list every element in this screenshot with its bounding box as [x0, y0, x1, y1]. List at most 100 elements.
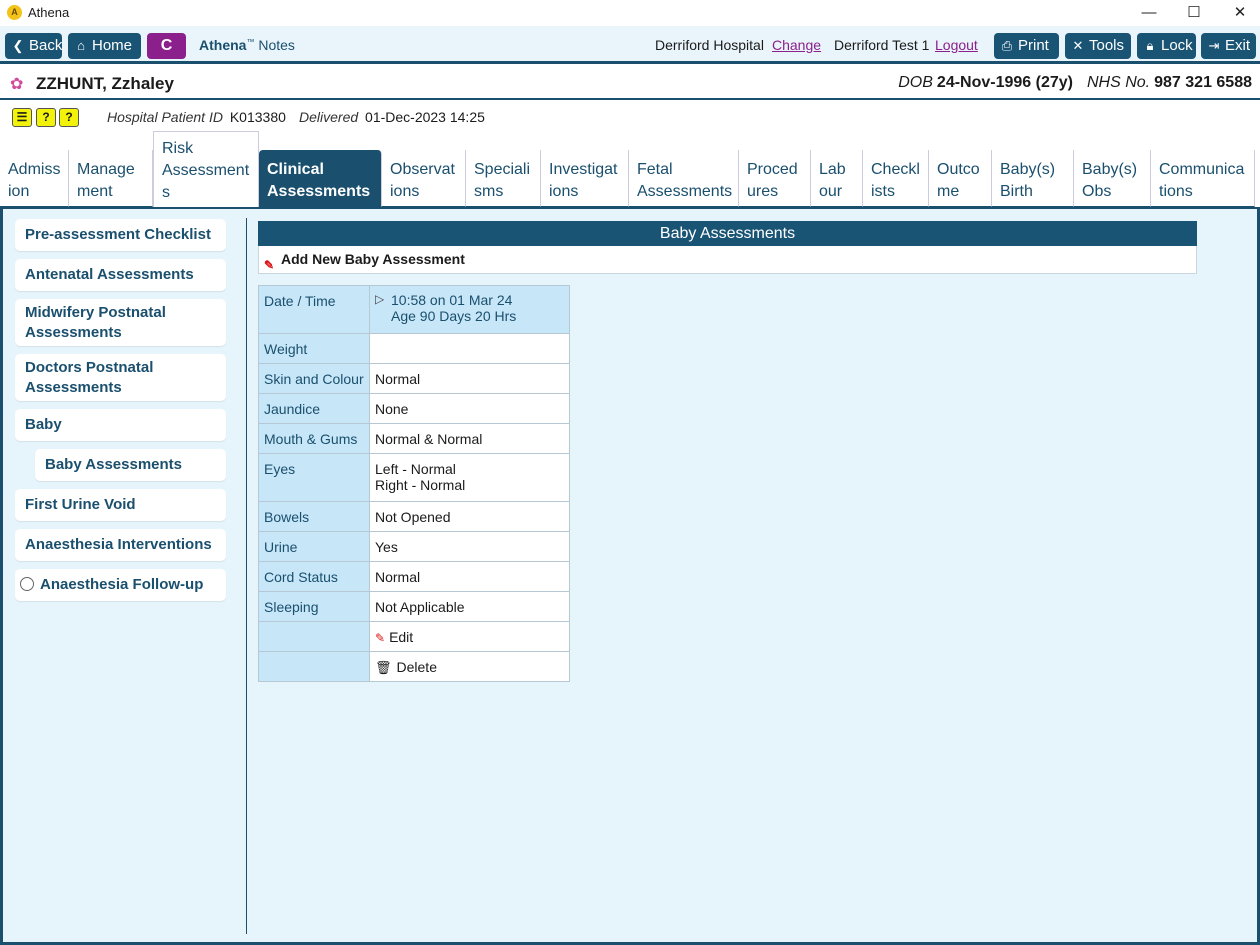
cord-value: Normal — [369, 561, 570, 592]
table-row: Date / Time ▷ 10:58 on 01 Mar 24 Age 90 Da… — [258, 285, 570, 334]
tab-admission[interactable]: Admiss ion — [0, 150, 69, 207]
change-hospital-link[interactable]: Change — [772, 37, 821, 53]
sidebar-item-antenatal[interactable]: Antenatal Assessments — [15, 259, 226, 291]
date-time-value: 10:58 on 01 Mar 24 Age 90 Days 20 Hrs — [391, 292, 516, 324]
tab-procedures[interactable]: Proced ures — [739, 150, 811, 207]
printer-icon: ⎙ — [1001, 38, 1013, 53]
tools-icon: ✕ — [1072, 38, 1084, 53]
tab-babys-birth[interactable]: Baby(s) Birth — [992, 150, 1074, 207]
hospital-id: Hospital Patient ID K013380 — [107, 109, 286, 125]
brand-tm: ™ — [246, 37, 255, 47]
help-alert-icon[interactable]: ? — [36, 108, 56, 127]
exit-button[interactable]: ⇥ Exit — [1201, 33, 1256, 59]
sidebar-item-baby[interactable]: Baby — [15, 409, 226, 441]
tab-label: Speciali — [474, 161, 531, 178]
c-button[interactable]: C — [147, 33, 186, 59]
row-label: Eyes — [258, 453, 370, 502]
brand-name: Athena — [199, 37, 247, 53]
table-row: Eyes Left - Normal Right - Normal — [258, 453, 570, 502]
tab-label: me — [937, 183, 960, 200]
sidebar-item-label: Midwifery Postnatal — [25, 304, 166, 321]
home-icon: ⌂ — [77, 38, 85, 53]
home-label: Home — [92, 37, 133, 54]
main-toolbar: ❮ Back ⌂ Home C Athena™ Notes Derriford Ho… — [0, 26, 1260, 64]
table-row: Skin and Colour Normal — [258, 363, 570, 394]
home-button[interactable]: ⌂ Home — [68, 33, 141, 59]
section-tabs: Admiss ion Manage ment Risk Assessment s Cli… — [0, 131, 1260, 207]
table-row: Cord Status Normal — [258, 561, 570, 592]
exit-label: Exit — [1225, 37, 1251, 54]
tab-label: Risk — [162, 140, 194, 157]
tab-label: Baby(s) — [1000, 161, 1056, 178]
tab-label: tions — [1159, 183, 1193, 200]
tab-risk-assessments[interactable]: Risk Assessment s — [153, 131, 259, 207]
lock-button[interactable]: 🔒︎ Lock — [1137, 33, 1196, 59]
sidebar-item-midwifery-postnatal[interactable]: Midwifery Postnatal Assessments — [15, 299, 226, 346]
table-row: ✎ Edit — [258, 621, 570, 652]
tab-fetal-assessments[interactable]: Fetal Assessments — [629, 150, 739, 207]
age-line: Age 90 Days 20 Hrs — [391, 308, 517, 324]
tab-label: Fetal — [637, 161, 673, 178]
nhs-value: 987 321 6588 — [1154, 74, 1252, 91]
delete-button[interactable]: 🗑︎ Delete — [369, 651, 570, 682]
window-title: Athena — [28, 5, 70, 20]
row-label: Jaundice — [258, 393, 370, 424]
tab-label: ions — [549, 183, 579, 200]
tab-label: Manage — [77, 161, 135, 178]
tab-labour[interactable]: Lab our — [811, 150, 863, 207]
tab-label: ures — [747, 183, 779, 200]
date-time-cell[interactable]: ▷ 10:58 on 01 Mar 24 Age 90 Days 20 Hrs — [369, 285, 570, 334]
close-icon[interactable]: ✕ — [1231, 4, 1249, 22]
sidebar-item-anaesthesia-interventions[interactable]: Anaesthesia Interventions — [15, 529, 226, 561]
sidebar-item-doctors-postnatal[interactable]: Doctors Postnatal Assessments — [15, 354, 226, 401]
expand-triangle-icon[interactable]: ▷ — [375, 292, 391, 306]
back-button[interactable]: ❮ Back — [5, 33, 62, 59]
patient-bar: ✿ ZZHUNT, Zzhaley DOB 24-Nov-1996 (27y) NH… — [0, 67, 1260, 100]
delivered-label: Delivered — [299, 109, 359, 125]
tab-checklists[interactable]: Checkl ists — [863, 150, 929, 207]
tab-specialisms[interactable]: Speciali sms — [466, 150, 541, 207]
jaundice-value: None — [369, 393, 570, 424]
sidebar-item-baby-assessments[interactable]: Baby Assessments — [35, 449, 226, 481]
edit-button[interactable]: ✎ Edit — [369, 621, 570, 652]
date-time-line: 10:58 on 01 Mar 24 — [391, 292, 513, 308]
baby-assessments-content: Baby Assessments ✎ Add New Baby Assessmen… — [258, 221, 1197, 682]
logout-link[interactable]: Logout — [935, 37, 978, 53]
minimize-icon[interactable]: — — [1140, 4, 1158, 22]
urine-value: Yes — [369, 531, 570, 562]
add-new-baby-assessment-button[interactable]: ✎ Add New Baby Assessment — [258, 246, 1197, 274]
bowels-value: Not Opened — [369, 501, 570, 532]
tab-observations[interactable]: Observat ions — [382, 150, 466, 207]
sidebar-item-label: Assessments — [25, 324, 122, 341]
tab-label: Admiss — [8, 161, 61, 178]
window-titlebar: A Athena — ☐ ✕ — [0, 0, 1260, 26]
tab-investigations[interactable]: Investigat ions — [541, 150, 629, 207]
print-button[interactable]: ⎙ Print — [994, 33, 1059, 59]
tools-button[interactable]: ✕ Tools — [1065, 33, 1131, 59]
tab-management[interactable]: Manage ment — [69, 150, 153, 207]
tab-communications[interactable]: Communica tions — [1151, 150, 1255, 207]
tab-label: Clinical — [267, 161, 324, 178]
tab-label: Lab — [819, 161, 846, 178]
tab-label: Assessments — [637, 183, 733, 200]
sidebar-item-anaesthesia-followup[interactable]: Anaesthesia Follow-up — [15, 569, 226, 601]
assessment-table: Date / Time ▷ 10:58 on 01 Mar 24 Age 90 Da… — [258, 285, 570, 682]
maximize-icon[interactable]: ☐ — [1185, 4, 1203, 22]
sidebar-item-preassessment[interactable]: Pre-assessment Checklist — [15, 219, 226, 251]
query-alert-icon[interactable]: ? — [59, 108, 79, 127]
chevron-left-icon: ❮ — [12, 38, 24, 53]
patient-identifiers: DOB 24-Nov-1996 (27y) NHS No. 987 321 6588 — [898, 74, 1252, 92]
tab-outcome[interactable]: Outco me — [929, 150, 992, 207]
tab-label: ions — [390, 183, 420, 200]
tab-clinical-assessments[interactable]: Clinical Assessments — [259, 150, 382, 207]
back-label: Back — [29, 37, 63, 54]
lock-icon: 🔒︎ — [1146, 38, 1154, 53]
list-alert-icon[interactable]: ☰ — [12, 108, 32, 127]
brand-suffix: Notes — [258, 37, 295, 53]
eyes-right: Right - Normal — [375, 477, 466, 493]
sidebar-item-first-urine-void[interactable]: First Urine Void — [15, 489, 226, 521]
table-row: Jaundice None — [258, 393, 570, 424]
edit-label: Edit — [389, 629, 414, 645]
tab-babys-obs[interactable]: Baby(s) Obs — [1074, 150, 1151, 207]
radio-circle-icon — [20, 577, 34, 591]
